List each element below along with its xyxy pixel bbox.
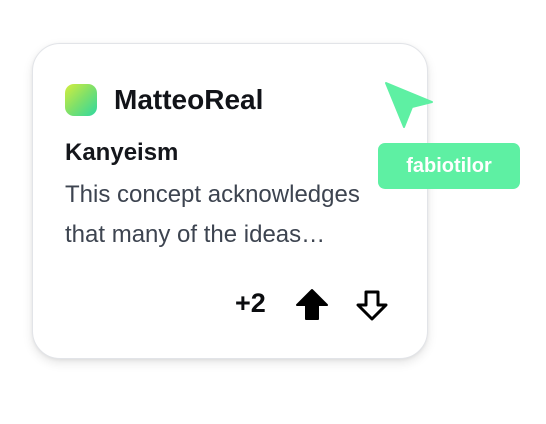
upvote-button[interactable]	[295, 288, 329, 322]
post-description: This concept acknowledges that many of t…	[65, 181, 360, 248]
cursor-name-tag: fabiotilor	[378, 143, 520, 189]
user-avatar	[65, 84, 97, 116]
username: MatteoReal	[114, 84, 264, 115]
vote-score: +2	[235, 288, 266, 318]
canvas: MatteoReal Kanyeism This concept acknowl…	[0, 0, 546, 424]
downvote-button[interactable]	[355, 288, 389, 322]
arrow-up-filled-icon	[296, 289, 328, 320]
post-title: Kanyeism	[65, 139, 179, 166]
pointer-cursor-icon	[385, 82, 433, 128]
arrow-down-outline-icon	[356, 290, 388, 321]
post-card[interactable]: MatteoReal Kanyeism This concept acknowl…	[32, 43, 428, 359]
